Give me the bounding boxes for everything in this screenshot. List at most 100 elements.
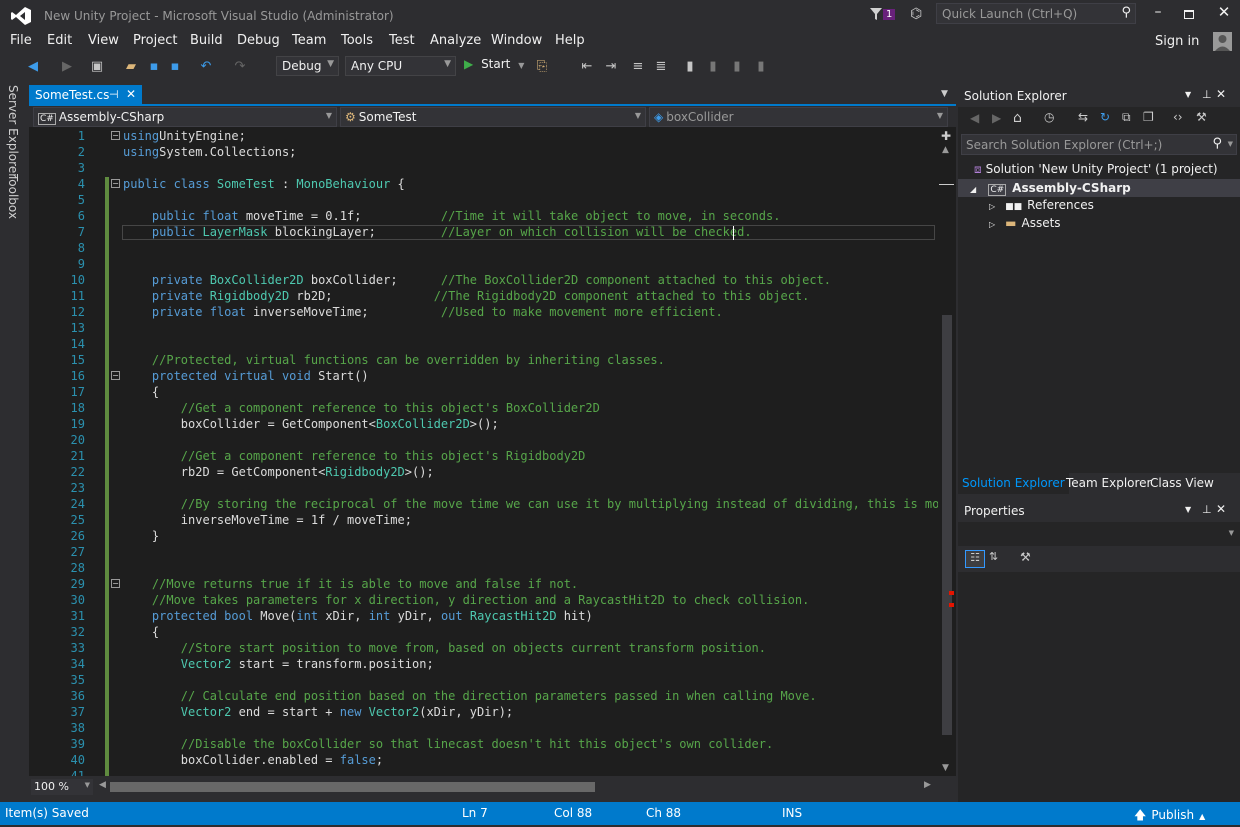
tree-solution[interactable]: ⧈ Solution 'New Unity Project' (1 project…	[974, 162, 1218, 177]
code-line[interactable]: 15 //Protected, virtual functions can be…	[29, 352, 938, 368]
code-line[interactable]: 18 //Get a component reference to this o…	[29, 400, 938, 416]
horizontal-scroll-thumb[interactable]	[110, 782, 595, 792]
uncomment-icon[interactable]: ≣	[652, 57, 670, 75]
code-line[interactable]: 21 //Get a component reference to this o…	[29, 448, 938, 464]
sign-in-link[interactable]: Sign in	[1155, 34, 1199, 49]
code-line[interactable]: 3	[29, 160, 938, 176]
save-all-icon[interactable]: ▪	[166, 57, 184, 75]
code-line[interactable]: 6 public float moveTime = 0.1f; //Time i…	[29, 208, 938, 224]
code-line[interactable]: 16 protected virtual void Start()	[29, 368, 938, 384]
back-icon[interactable]: ◀	[970, 111, 979, 125]
panel-dropdown-icon[interactable]: ▼	[1185, 90, 1191, 99]
code-line[interactable]: 8	[29, 240, 938, 256]
menu-build[interactable]: Build	[190, 33, 223, 48]
pin-icon[interactable]: ⊣	[109, 88, 119, 101]
editor-vertical-scrollbar[interactable]: ✚ ▲ ▼	[938, 127, 956, 776]
code-line[interactable]: 37 Vector2 end = start + new Vector2(xDi…	[29, 704, 938, 720]
code-line[interactable]: 2 usingSystem.Collections;	[29, 144, 938, 160]
code-line[interactable]: 19 boxCollider = GetComponent<BoxCollide…	[29, 416, 938, 432]
scroll-left-icon[interactable]: ◀	[99, 780, 106, 790]
outline-collapse-icon[interactable]: −	[111, 579, 120, 588]
start-button[interactable]: ▶ Start ▼	[464, 57, 524, 75]
comment-icon[interactable]: ≡	[629, 57, 647, 75]
code-line[interactable]: 38	[29, 720, 938, 736]
code-line[interactable]: 17 {	[29, 384, 938, 400]
scroll-thumb[interactable]	[942, 315, 952, 735]
redo-icon[interactable]: ↷	[231, 57, 249, 75]
publish-button[interactable]: 🡅 Publish ▲	[1134, 806, 1205, 827]
tree-references[interactable]: ▷ ■■ References	[989, 198, 1094, 212]
tab-sometest-cs[interactable]: SomeTest.cs ⊣ ✕	[29, 85, 142, 106]
tab-class-view[interactable]: Class View	[1150, 476, 1214, 490]
code-line[interactable]: 34 Vector2 start = transform.position;	[29, 656, 938, 672]
code-line[interactable]: 4 public class SomeTest : MonoBehaviour {	[29, 176, 938, 192]
code-line[interactable]: 24 //By storing the reciprocal of the mo…	[29, 496, 938, 512]
forward-icon[interactable]: ▶	[58, 57, 76, 75]
close-button[interactable]: ✕	[1214, 3, 1234, 23]
notification-icon[interactable]: 1	[869, 7, 897, 23]
code-line[interactable]: 12 private float inverseMoveTime; //Used…	[29, 304, 938, 320]
feedback-icon[interactable]: ⌬	[910, 6, 922, 22]
platform-select[interactable]: Any CPU ▼	[345, 56, 456, 76]
code-line[interactable]: 1 usingUnityEngine;	[29, 128, 938, 144]
close-panel-icon[interactable]: ✕	[1216, 87, 1226, 101]
prev-bookmark-icon[interactable]: ▮	[704, 57, 722, 75]
pin-icon[interactable]: ⊥	[1202, 88, 1212, 101]
split-icon[interactable]: ✚	[941, 129, 951, 143]
server-explorer-tab[interactable]: Server Explorer	[6, 85, 20, 178]
categorized-icon[interactable]: ☷	[965, 550, 985, 568]
menu-window[interactable]: Window	[491, 33, 542, 48]
configuration-select[interactable]: Debug ▼	[276, 56, 339, 76]
menu-edit[interactable]: Edit	[47, 33, 72, 48]
tree-project[interactable]: ◢ C# Assembly-CSharp	[958, 179, 1240, 197]
outline-collapse-icon[interactable]: −	[111, 371, 120, 380]
view-code-icon[interactable]: ‹›	[1173, 110, 1183, 124]
code-line[interactable]: 28	[29, 560, 938, 576]
code-line[interactable]: 13	[29, 320, 938, 336]
code-line[interactable]: 29 //Move returns true if it is able to …	[29, 576, 938, 592]
back-icon[interactable]: ◀	[24, 57, 42, 75]
quick-launch-input[interactable]: Quick Launch (Ctrl+Q) ⚲	[936, 3, 1136, 24]
show-all-files-icon[interactable]: ❐	[1143, 110, 1154, 124]
menu-test[interactable]: Test	[389, 33, 415, 48]
collapsed-arrow-icon[interactable]: ▷	[989, 202, 995, 211]
home-icon[interactable]: ⌂	[1013, 110, 1022, 126]
step-icon[interactable]: ⇤	[578, 57, 596, 75]
code-line[interactable]: 10 private BoxCollider2D boxCollider; //…	[29, 272, 938, 288]
code-line[interactable]: 33 //Store start position to move from, …	[29, 640, 938, 656]
collapsed-arrow-icon[interactable]: ▷	[989, 220, 995, 229]
pending-changes-icon[interactable]: ◷	[1044, 110, 1054, 124]
forward-icon[interactable]: ▶	[992, 111, 1001, 125]
open-file-icon[interactable]: ▰	[122, 57, 140, 75]
member-nav-select[interactable]: ◈ boxCollider ▼	[649, 107, 948, 127]
collapse-all-icon[interactable]: ⧉	[1122, 110, 1131, 125]
alphabetical-icon[interactable]: ⇅	[989, 550, 998, 563]
expanded-arrow-icon[interactable]: ◢	[970, 185, 976, 194]
code-line[interactable]: 30 //Move takes parameters for x directi…	[29, 592, 938, 608]
bookmark-icon[interactable]: ▮	[681, 57, 699, 75]
solution-search-input[interactable]: Search Solution Explorer (Ctrl+;) ⚲ ▼	[961, 134, 1237, 155]
menu-file[interactable]: File	[10, 33, 32, 48]
code-line[interactable]: 23	[29, 480, 938, 496]
properties-object-select[interactable]: ▼	[961, 524, 1237, 542]
tab-team-explorer[interactable]: Team Explorer	[1066, 476, 1152, 490]
step-over-icon[interactable]: ⇥	[602, 57, 620, 75]
undo-icon[interactable]: ↶	[197, 57, 215, 75]
minimize-button[interactable]: –	[1148, 4, 1168, 24]
menu-view[interactable]: View	[88, 33, 119, 48]
code-line[interactable]: 31 protected bool Move(int xDir, int yDi…	[29, 608, 938, 624]
close-tab-icon[interactable]: ✕	[126, 87, 136, 101]
sync-icon[interactable]: ⇆	[1078, 110, 1088, 124]
code-line[interactable]: 26 }	[29, 528, 938, 544]
project-nav-select[interactable]: C# Assembly-CSharp ▼	[33, 107, 337, 127]
menu-team[interactable]: Team	[292, 33, 326, 48]
property-pages-icon[interactable]: ⚒	[1020, 550, 1031, 564]
code-line[interactable]: 40 boxCollider.enabled = false;	[29, 752, 938, 768]
next-bookmark-icon[interactable]: ▮	[728, 57, 746, 75]
menu-help[interactable]: Help	[555, 33, 585, 48]
tree-assets[interactable]: ▷ ▬ Assets	[989, 216, 1061, 230]
code-line[interactable]: 14	[29, 336, 938, 352]
refresh-icon[interactable]: ↻	[1100, 110, 1110, 124]
code-line[interactable]: 35	[29, 672, 938, 688]
tab-solution-explorer[interactable]: Solution Explorer	[958, 473, 1069, 494]
